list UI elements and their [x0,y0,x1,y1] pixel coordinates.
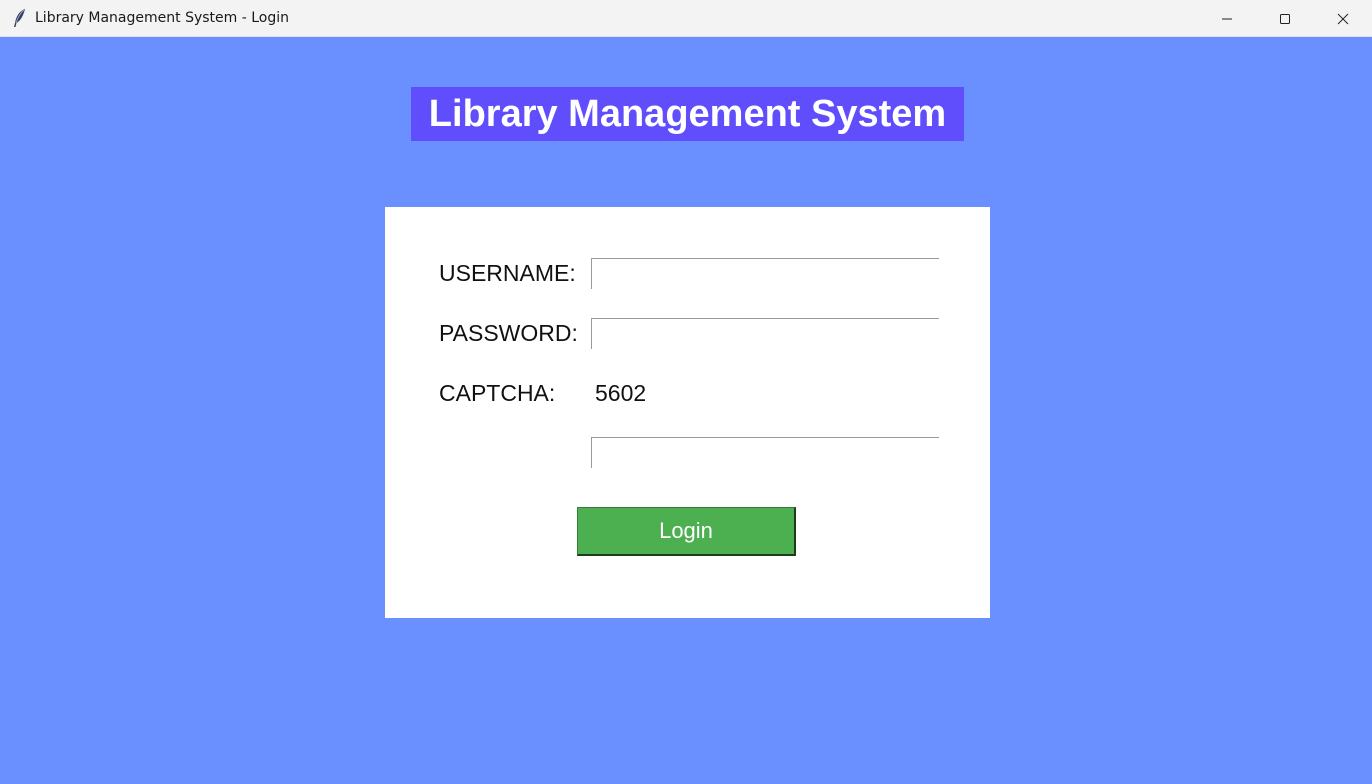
title-bar: Library Management System - Login [0,0,1372,37]
username-label: USERNAME: [439,260,576,286]
window-title: Library Management System - Login [35,10,290,26]
client-area: Library Management System USERNAME: PASS… [0,37,1372,784]
captcha-label: CAPTCHA: [439,380,556,406]
password-label: PASSWORD: [439,320,578,346]
page-heading: Library Management System [411,87,964,141]
feather-icon [14,9,25,27]
maximize-icon [1280,13,1290,24]
login-panel: USERNAME: PASSWORD: CAPTCHA: 5602 Login [385,207,990,618]
username-field[interactable] [591,258,939,289]
close-icon [1337,13,1349,24]
close-button[interactable] [1314,0,1372,37]
password-field[interactable] [591,318,939,349]
captcha-code: 5602 [595,380,647,406]
minimize-button[interactable] [1198,0,1256,37]
captcha-field[interactable] [591,437,939,468]
minimize-icon [1222,18,1232,19]
maximize-button[interactable] [1256,0,1314,37]
login-button[interactable]: Login [577,507,796,556]
